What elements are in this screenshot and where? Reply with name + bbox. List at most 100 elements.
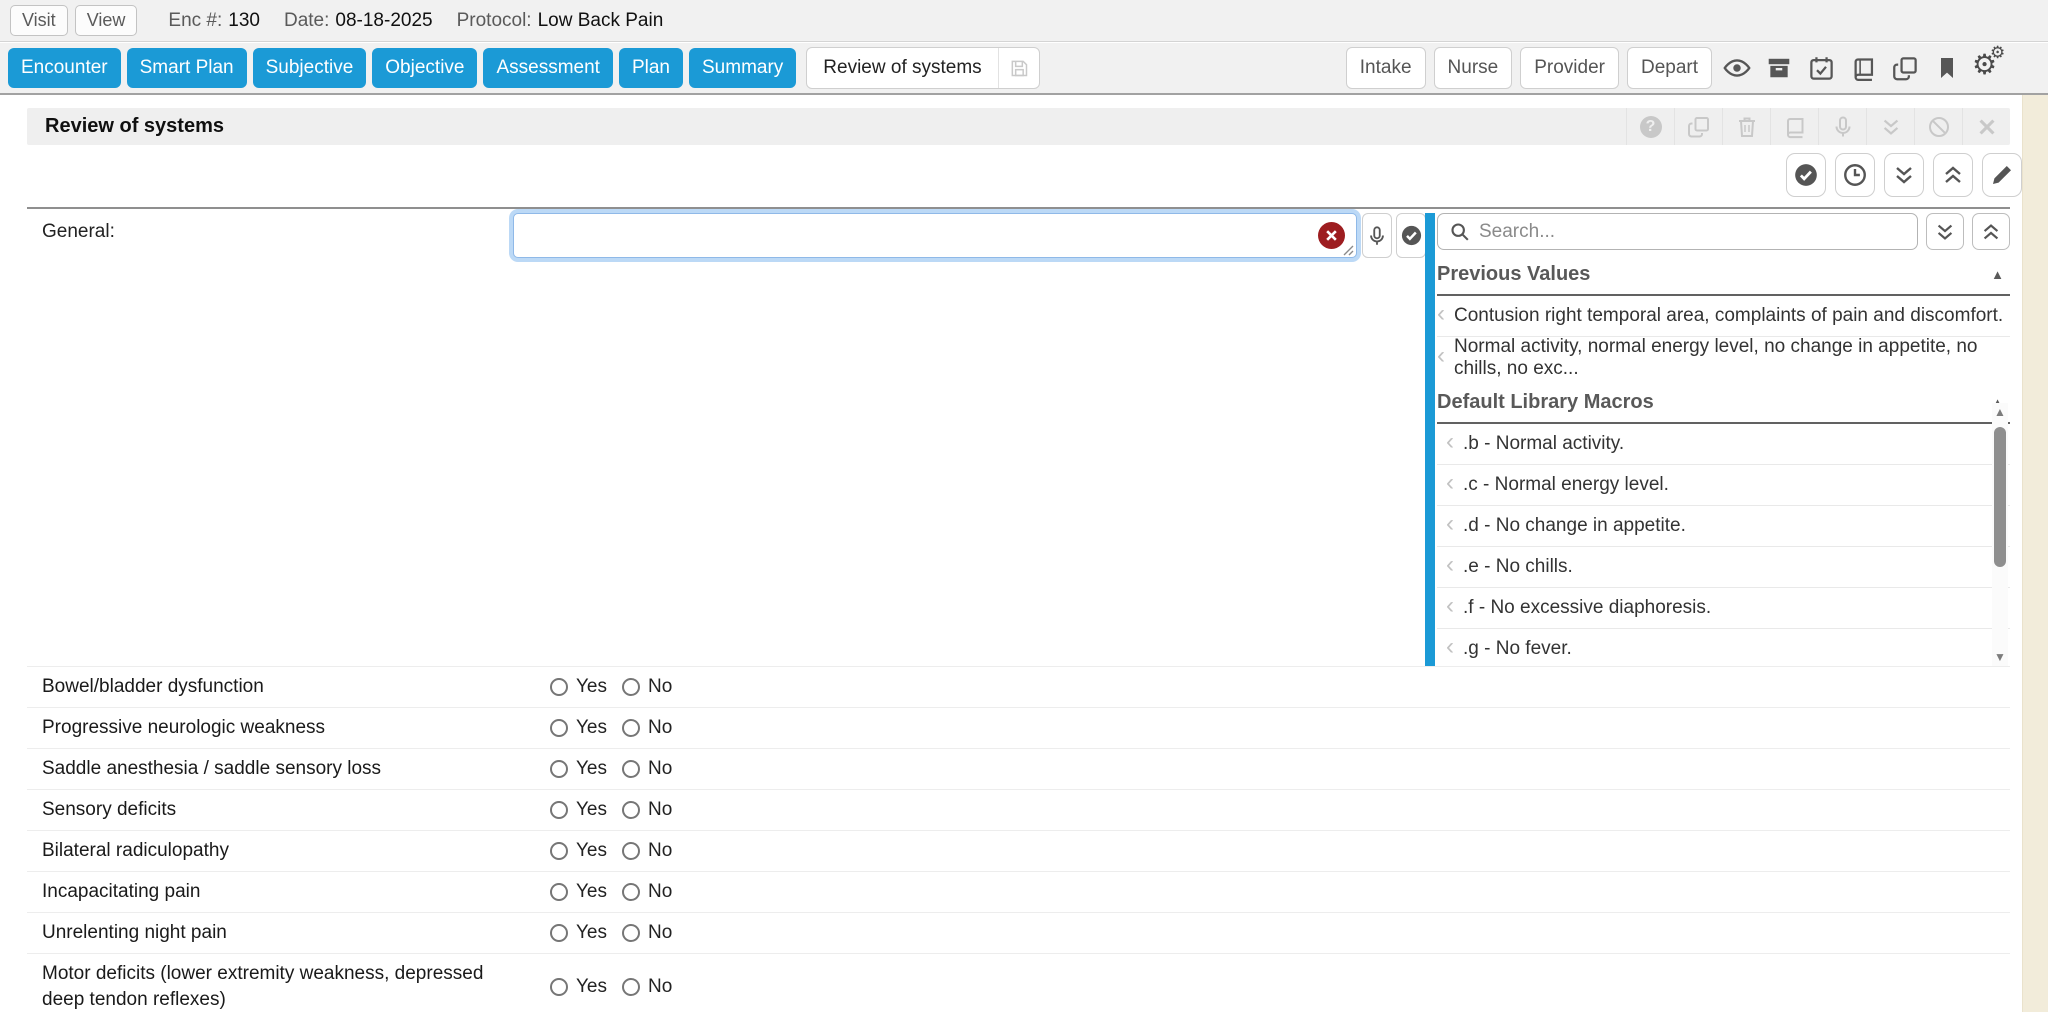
no-radio[interactable]: [622, 978, 640, 996]
nav-button[interactable]: Plan: [619, 48, 683, 88]
no-option[interactable]: No: [622, 799, 672, 821]
previous-values-header[interactable]: Previous Values ▲: [1437, 263, 2010, 296]
view-button[interactable]: View: [75, 5, 138, 36]
resize-grip-icon[interactable]: [1342, 244, 1354, 256]
no-radio[interactable]: [622, 883, 640, 901]
question-row: Incapacitating pain Yes No: [27, 871, 2010, 912]
book-icon[interactable]: [1770, 108, 1818, 145]
ban-icon[interactable]: [1914, 108, 1962, 145]
stage-button[interactable]: Provider: [1520, 47, 1619, 89]
yes-radio[interactable]: [550, 842, 568, 860]
no-option[interactable]: No: [622, 717, 672, 739]
yes-radio[interactable]: [550, 883, 568, 901]
stage-button[interactable]: Intake: [1346, 47, 1426, 89]
insert-left-icon: ‹: [1446, 606, 1454, 610]
copy-icon[interactable]: [1674, 108, 1722, 145]
no-option[interactable]: No: [622, 976, 672, 998]
question-row: Unrelenting night pain Yes No: [27, 912, 2010, 953]
main-toolbar: EncounterSmart PlanSubjectiveObjectiveAs…: [0, 43, 2048, 95]
nav-button[interactable]: Encounter: [8, 48, 121, 88]
no-option[interactable]: No: [622, 758, 672, 780]
no-option[interactable]: No: [622, 840, 672, 862]
no-radio[interactable]: [622, 760, 640, 778]
clear-input-icon[interactable]: [1318, 222, 1345, 249]
settings-gears-icon[interactable]: ⚙ ⚙: [1972, 51, 2012, 85]
no-radio[interactable]: [622, 801, 640, 819]
yes-radio[interactable]: [550, 978, 568, 996]
clock-button[interactable]: [1835, 153, 1875, 197]
stage-button[interactable]: Depart: [1627, 47, 1712, 89]
macro-text: .b - Normal activity.: [1463, 433, 1624, 455]
chevrons-down-button[interactable]: [1884, 153, 1924, 197]
yes-radio[interactable]: [550, 678, 568, 696]
confirm-button[interactable]: [1396, 213, 1426, 258]
yes-label: Yes: [576, 922, 607, 944]
stage-button[interactable]: Nurse: [1434, 47, 1513, 89]
no-option[interactable]: No: [622, 922, 672, 944]
eye-icon[interactable]: [1720, 54, 1754, 82]
help-icon[interactable]: ?: [1626, 108, 1674, 145]
chevrons-down-icon[interactable]: [1866, 108, 1914, 145]
visit-button[interactable]: Visit: [10, 5, 68, 36]
yes-option[interactable]: Yes: [550, 922, 607, 944]
macro-item[interactable]: ‹ .g - No fever.: [1437, 629, 2010, 666]
top-bar: Visit View Enc #:130 Date:08-18-2025 Pro…: [0, 0, 2048, 42]
yes-radio[interactable]: [550, 924, 568, 942]
trash-icon[interactable]: [1722, 108, 1770, 145]
nav-button[interactable]: Objective: [372, 48, 477, 88]
no-radio[interactable]: [622, 678, 640, 696]
yes-option[interactable]: Yes: [550, 840, 607, 862]
yes-label: Yes: [576, 799, 607, 821]
archive-icon[interactable]: [1762, 55, 1796, 81]
macro-item[interactable]: ‹ .c - Normal energy level.: [1437, 465, 2010, 506]
macro-item[interactable]: ‹ .d - No change in appetite.: [1437, 506, 2010, 547]
no-option[interactable]: No: [622, 676, 672, 698]
nav-button[interactable]: Summary: [689, 48, 796, 88]
collapse-all-button[interactable]: [1972, 213, 2010, 250]
macro-item[interactable]: ‹ .b - Normal activity.: [1437, 424, 2010, 465]
search-input[interactable]: Search...: [1437, 213, 1918, 250]
nav-button[interactable]: Smart Plan: [127, 48, 247, 88]
no-radio[interactable]: [622, 924, 640, 942]
expand-all-button[interactable]: [1926, 213, 1964, 250]
yes-option[interactable]: Yes: [550, 976, 607, 998]
macros-scrollbar[interactable]: ▲ ▼: [1992, 403, 2008, 666]
general-input[interactable]: [513, 213, 1357, 258]
yes-radio[interactable]: [550, 801, 568, 819]
microphone-icon[interactable]: [1818, 108, 1866, 145]
microphone-button[interactable]: [1362, 213, 1392, 258]
close-icon[interactable]: [1962, 108, 2010, 145]
macro-item[interactable]: ‹ .e - No chills.: [1437, 547, 2010, 588]
no-option[interactable]: No: [622, 881, 672, 903]
check-circle-button[interactable]: [1786, 153, 1826, 197]
chevrons-up-button[interactable]: [1933, 153, 1973, 197]
scroll-up-icon[interactable]: ▲: [1992, 405, 2008, 419]
yes-option[interactable]: Yes: [550, 717, 607, 739]
yes-radio[interactable]: [550, 719, 568, 737]
pencil-button[interactable]: [1982, 153, 2022, 197]
nav-button[interactable]: Subjective: [253, 48, 367, 88]
macros-header[interactable]: Default Library Macros ▲: [1437, 391, 2010, 424]
yes-option[interactable]: Yes: [550, 676, 607, 698]
no-radio[interactable]: [622, 842, 640, 860]
tab-review-of-systems[interactable]: Review of systems: [806, 47, 1039, 89]
scroll-down-icon[interactable]: ▼: [1992, 650, 2008, 664]
copy-icon[interactable]: [1888, 55, 1922, 82]
yes-radio[interactable]: [550, 760, 568, 778]
scrollbar-thumb[interactable]: [1994, 427, 2006, 567]
yes-label: Yes: [576, 676, 607, 698]
nav-button[interactable]: Assessment: [483, 48, 612, 88]
previous-value-item[interactable]: ‹ Contusion right temporal area, complai…: [1437, 296, 2010, 337]
calendar-check-icon[interactable]: [1804, 55, 1838, 82]
previous-value-item[interactable]: ‹ Normal activity, normal energy level, …: [1437, 337, 2010, 378]
save-icon[interactable]: [998, 48, 1039, 88]
book-icon[interactable]: [1846, 55, 1880, 82]
bookmark-icon[interactable]: [1930, 56, 1964, 80]
yes-option[interactable]: Yes: [550, 881, 607, 903]
macro-item[interactable]: ‹ .f - No excessive diaphoresis.: [1437, 588, 2010, 629]
yes-option[interactable]: Yes: [550, 758, 607, 780]
no-radio[interactable]: [622, 719, 640, 737]
search-placeholder: Search...: [1479, 221, 1555, 243]
no-label: No: [648, 922, 672, 944]
yes-option[interactable]: Yes: [550, 799, 607, 821]
